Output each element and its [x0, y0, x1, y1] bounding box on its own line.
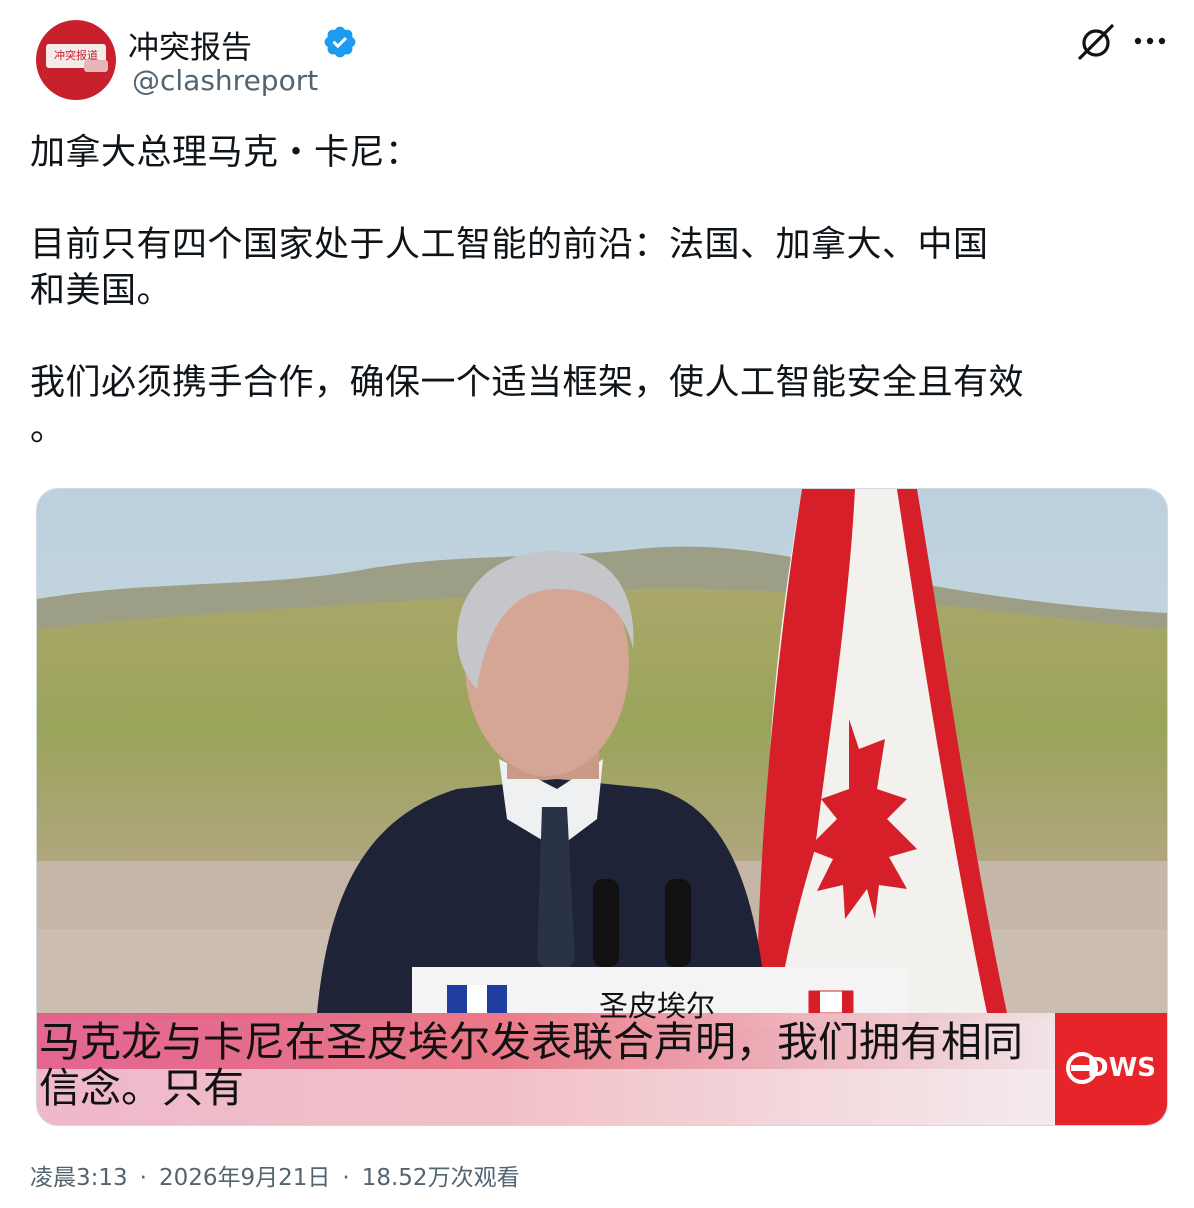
post-date[interactable]: 2026年9月21日: [159, 1165, 330, 1191]
video-subtitle: 马克龙与卡尼在圣皮埃尔发表联合声明，我们拥有相同 信念。只有: [39, 1018, 1023, 1112]
meta-separator: ·: [139, 1165, 147, 1191]
avatar-mark: [84, 60, 108, 72]
post-text: 加拿大总理马克・卡尼： 目前只有四个国家处于人工智能的前沿：法国、加拿大、中国 …: [30, 133, 1025, 449]
post-meta: 凌晨3:13 · 2026年9月21日 · 18.52万次观看: [30, 1158, 520, 1192]
verified-badge-icon: [324, 26, 356, 58]
meta-separator: ·: [342, 1165, 350, 1191]
avatar[interactable]: 冲突报道: [36, 20, 116, 100]
dws-logo: DWS: [1055, 1013, 1167, 1125]
more-options-icon[interactable]: [1134, 36, 1166, 46]
user-handle[interactable]: @clashreport: [132, 64, 318, 97]
video-media[interactable]: 圣皮埃尔 马克龙与卡尼在圣皮埃尔发表联合声明，我们拥有相同 信念。只有 DWS: [36, 488, 1168, 1126]
display-name[interactable]: 冲突报告: [128, 22, 252, 67]
dws-logo-text: DWS: [1087, 1053, 1156, 1083]
view-count: 18.52万次观看: [361, 1165, 520, 1191]
grok-icon[interactable]: [1076, 22, 1116, 62]
post-time[interactable]: 凌晨3:13: [30, 1165, 128, 1191]
